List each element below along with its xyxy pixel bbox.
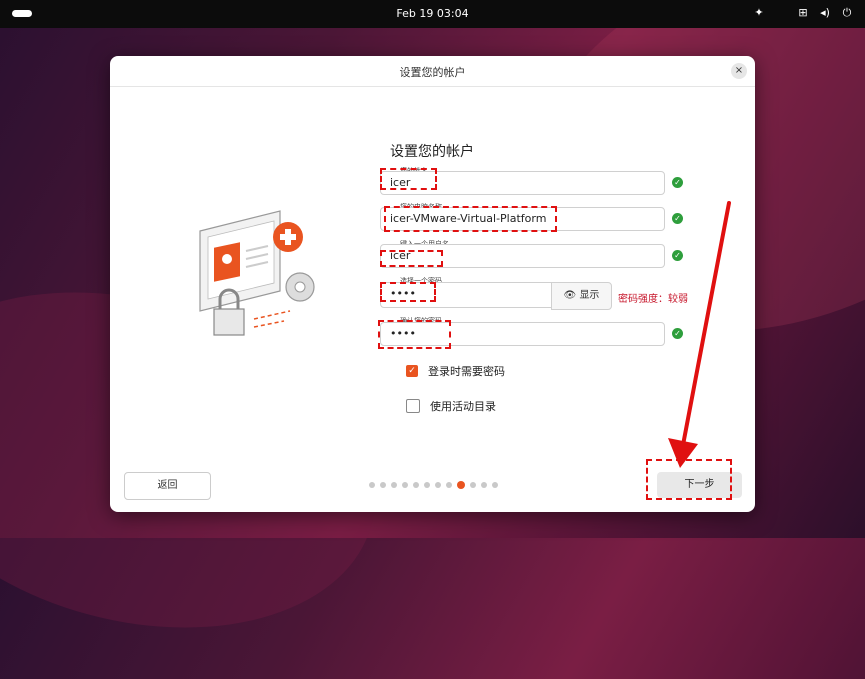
annotation-arrow (668, 201, 731, 468)
